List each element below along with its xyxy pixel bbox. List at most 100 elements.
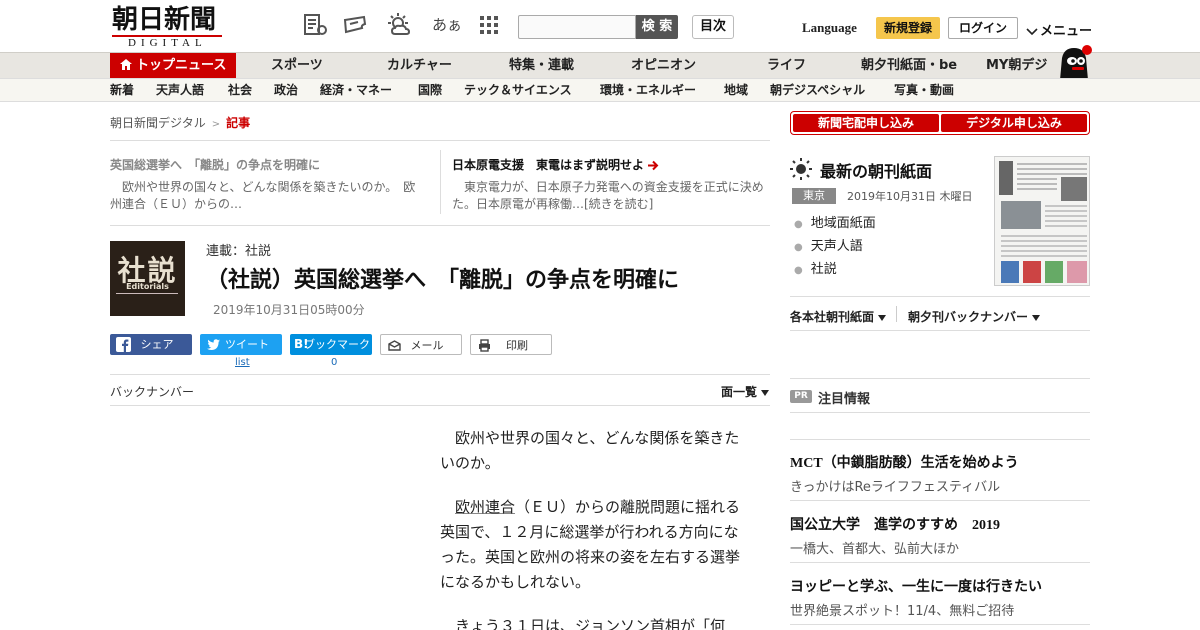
- related-title[interactable]: 英国総選挙へ 「離脱」の争点を明確に: [110, 156, 426, 173]
- nav2-special[interactable]: 朝デジスペシャル: [770, 79, 865, 102]
- caret-down-icon: [1032, 314, 1041, 321]
- nav2-society[interactable]: 社会: [228, 79, 252, 102]
- caret-down-icon: [761, 389, 770, 396]
- subscribe-digital-button[interactable]: デジタル申し込み: [941, 114, 1087, 132]
- divider: [110, 225, 770, 226]
- divider: [790, 296, 1090, 297]
- back-issues-dropdown[interactable]: 朝夕刊バックナンバー: [908, 308, 1041, 325]
- latest-paper-title[interactable]: 最新の朝刊紙面: [820, 158, 932, 182]
- pr-item[interactable]: 国公立大学 進学のすすめ 2019 一橋大、首都大、弘前大ほか: [790, 514, 1000, 557]
- paper-link-label: 天声人語: [810, 239, 863, 254]
- bullet-icon: ●: [794, 242, 803, 253]
- newspaper-image: [995, 157, 1089, 285]
- related-article-1[interactable]: 英国総選挙へ 「離脱」の争点を明確に 欧州や世界の国々と、どんな関係を築きたいの…: [110, 156, 426, 213]
- nav-life[interactable]: ライフ: [767, 53, 806, 78]
- nav-newspaper[interactable]: 朝夕刊紙面・be: [861, 53, 957, 78]
- dropdown-label: 朝夕刊バックナンバー: [908, 310, 1029, 324]
- hatena-bookmark-button[interactable]: B! ブックマーク: [290, 334, 372, 355]
- pr-item[interactable]: MCT（中鎖脂肪酸）生活を始めよう きっかけはReライフフェスティバル: [790, 452, 1019, 495]
- paper-link-tenseijingo[interactable]: ● 天声人語: [794, 236, 876, 259]
- page-list-label: 面一覧: [721, 385, 758, 399]
- pr-item-sub: きっかけはReライフフェスティバル: [790, 480, 1001, 495]
- divider: [896, 306, 897, 322]
- menu-button[interactable]: メニュー: [1026, 20, 1092, 39]
- pr-item-sub: 世界絶景スポット！11/4、無料ご招待: [790, 604, 1015, 619]
- nav2-tech[interactable]: テック＆サイエンス: [464, 79, 572, 102]
- nav2-photo-video[interactable]: 写真・動画: [894, 79, 954, 102]
- pr-item[interactable]: ヨッピーと学ぶ、一生に一度は行きたい 世界絶景スポット！11/4、無料ご招待: [790, 576, 1042, 619]
- secondary-nav: 新着 天声人語 社会 政治 経済・マネー 国際 テック＆サイエンス 環境・エネル…: [0, 78, 1200, 102]
- mail-button[interactable]: メール: [380, 334, 462, 355]
- nav-my-asadeji[interactable]: MY朝デジ: [986, 53, 1047, 78]
- tweet-button[interactable]: ツイート: [200, 334, 282, 355]
- ticket-icon[interactable]: [342, 12, 368, 38]
- asahi-logo[interactable]: 朝日新聞 DIGITAL: [112, 5, 230, 49]
- nav-top-news[interactable]: トップニュース: [110, 53, 236, 78]
- nav-opinion[interactable]: オピニオン: [631, 53, 696, 78]
- arrow-right-icon: [648, 160, 659, 171]
- language-link[interactable]: Language: [802, 20, 857, 36]
- tweet-count-link[interactable]: list: [235, 357, 250, 368]
- related-title: 日本原電支援 東電はまず説明せよ: [452, 158, 645, 172]
- divider: [790, 624, 1090, 625]
- nav-sports[interactable]: スポーツ: [271, 53, 323, 78]
- article-paragraph: きょう３１日は、ジョンソン首相が「何: [455, 617, 726, 630]
- divider: [790, 500, 1090, 501]
- breadcrumb: 朝日新聞デジタル > 記事: [110, 114, 250, 131]
- search-button[interactable]: 検 索: [636, 15, 678, 39]
- article-date: 2019年10月31日05時00分: [213, 303, 365, 317]
- nav2-tenseijingo[interactable]: 天声人語: [156, 79, 204, 102]
- divider: [110, 140, 770, 141]
- nav2-economy[interactable]: 経済・マネー: [320, 79, 392, 102]
- bookmark-count[interactable]: 0: [331, 357, 337, 368]
- divider: [790, 330, 1090, 331]
- paper-link-editorial[interactable]: ● 社説: [794, 259, 876, 282]
- subscribe-paper-button[interactable]: 新聞宅配申し込み: [793, 114, 939, 132]
- login-button[interactable]: ログイン: [948, 17, 1018, 39]
- search-input[interactable]: [518, 15, 636, 39]
- font-size-icon[interactable]: あぁ: [432, 14, 462, 35]
- toc-button[interactable]: 目次: [692, 15, 734, 39]
- article-paragraph: 欧州連合（ＥＵ）からの離脱問題に揺れる英国で、１２月に総選挙が行われる方向になっ…: [440, 495, 752, 595]
- divider: [110, 405, 770, 406]
- back-number-link[interactable]: バックナンバー: [110, 383, 194, 400]
- related-article-2[interactable]: 日本原電支援 東電はまず説明せよ 東京電力が、日本原子力発電への資金支援を正式に…: [452, 156, 768, 213]
- page-list-dropdown[interactable]: 面一覧: [721, 383, 770, 400]
- breadcrumb-current: 記事: [226, 116, 251, 130]
- related-title-row[interactable]: 日本原電支援 東電はまず説明せよ: [452, 156, 768, 173]
- front-page-thumbnail[interactable]: [994, 156, 1090, 286]
- paper-links: ● 地域面紙面 ● 天声人語 ● 社説: [794, 213, 876, 282]
- nav2-international[interactable]: 国際: [418, 79, 442, 102]
- nav2-politics[interactable]: 政治: [274, 79, 298, 102]
- nav2-new[interactable]: 新着: [110, 79, 134, 102]
- site-header: 朝日新聞 DIGITAL あぁ 検 索 目次 Language 新規登録 ログイ…: [0, 0, 1200, 52]
- weather-icon[interactable]: [386, 12, 412, 38]
- logo-kanji: 朝日新聞: [112, 5, 217, 35]
- news-list-icon[interactable]: [302, 12, 328, 38]
- regional-papers-dropdown[interactable]: 各本社朝刊紙面: [790, 308, 887, 325]
- article-paragraph: 欧州や世界の国々と、どんな関係を築きたいのか。: [440, 429, 740, 472]
- share-label: シェア: [140, 338, 174, 351]
- divider: [110, 374, 770, 375]
- keyword-link-eu[interactable]: 欧州連合: [455, 498, 515, 516]
- nav2-environment[interactable]: 環境・エネルギー: [600, 79, 696, 102]
- thumb-rule: [116, 293, 178, 294]
- bullet-icon: ●: [794, 265, 803, 276]
- breadcrumb-home[interactable]: 朝日新聞デジタル: [110, 116, 206, 130]
- nav2-region[interactable]: 地域: [724, 79, 748, 102]
- facebook-share-button[interactable]: シェア: [110, 334, 192, 355]
- series-label[interactable]: 連載：社説: [206, 240, 271, 259]
- grid-apps-icon[interactable]: [476, 12, 502, 38]
- paper-link-regional[interactable]: ● 地域面紙面: [794, 213, 876, 236]
- mascot-icon[interactable]: [1054, 44, 1092, 80]
- divider: [790, 412, 1090, 413]
- pr-item-title: ヨッピーと学ぶ、一生に一度は行きたい: [790, 580, 1042, 595]
- mail-label: メール: [410, 339, 444, 352]
- print-button[interactable]: 印刷: [470, 334, 552, 355]
- menu-label: メニュー: [1040, 24, 1093, 39]
- register-button[interactable]: 新規登録: [876, 17, 940, 39]
- pr-item-title: MCT（中鎖脂肪酸）生活を始めよう: [790, 456, 1019, 471]
- nav-culture[interactable]: カルチャー: [387, 53, 452, 78]
- nav-features[interactable]: 特集・連載: [509, 53, 574, 78]
- editorial-thumbnail: 社説 Editorials: [110, 241, 185, 316]
